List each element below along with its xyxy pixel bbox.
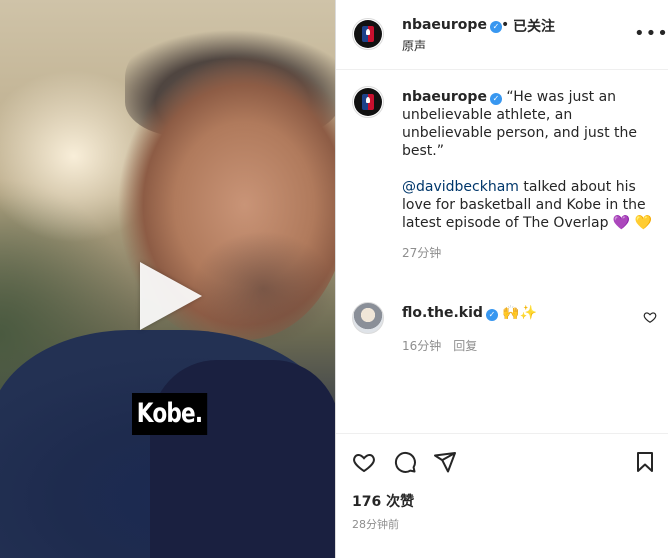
verified-badge-icon: ✓ bbox=[489, 93, 502, 105]
yellow-heart-icon: 💛 bbox=[634, 215, 653, 231]
header-separator: • bbox=[501, 17, 510, 33]
comment-meta: 16分钟 回复 bbox=[402, 337, 477, 354]
post-video[interactable]: Kobe. bbox=[0, 0, 335, 558]
bookmark-icon[interactable] bbox=[633, 450, 657, 474]
caption-username[interactable]: nbaeurope bbox=[402, 89, 487, 105]
post-header: nbaeurope ✓ • 已关注 原声 ••• bbox=[336, 0, 668, 70]
mention-link[interactable]: @davidbeckham bbox=[402, 179, 519, 195]
post-actions: 176 次赞 28分钟前 bbox=[336, 433, 668, 558]
comment-icon[interactable] bbox=[393, 450, 417, 474]
verified-badge-icon: ✓ bbox=[485, 309, 498, 321]
commenter-avatar[interactable] bbox=[352, 302, 384, 334]
reply-button[interactable]: 回复 bbox=[453, 339, 477, 353]
comment-body: 🙌✨ bbox=[497, 305, 538, 321]
caption-author-avatar[interactable] bbox=[352, 86, 384, 118]
purple-heart-icon: 💜 bbox=[612, 215, 631, 231]
following-button[interactable]: 已关注 bbox=[513, 16, 555, 36]
caption-timestamp[interactable]: 27分钟 bbox=[402, 244, 662, 262]
commenter-username[interactable]: flo.the.kid bbox=[402, 305, 483, 321]
comment-text: flo.the.kid ✓ 🙌✨ bbox=[402, 304, 632, 322]
more-horizontal-icon[interactable]: ••• bbox=[634, 25, 668, 43]
heart-icon[interactable] bbox=[352, 450, 376, 474]
video-caption-overlay: Kobe. bbox=[132, 393, 208, 435]
nba-logo-icon bbox=[362, 26, 374, 42]
comment-timestamp[interactable]: 16分钟 bbox=[402, 339, 441, 353]
send-icon[interactable] bbox=[433, 450, 457, 474]
video-frame-shirt bbox=[150, 360, 335, 558]
comment-like-heart-icon[interactable] bbox=[643, 310, 657, 324]
nba-logo-icon bbox=[362, 94, 374, 110]
post-panel: nbaeurope ✓ • 已关注 原声 ••• nbaeurope ✓ “He w… bbox=[335, 0, 668, 558]
author-username[interactable]: nbaeurope ✓ bbox=[402, 17, 502, 33]
author-avatar[interactable] bbox=[352, 18, 384, 50]
caption-text: nbaeurope ✓ “He was just an unbelievable … bbox=[402, 88, 662, 262]
post-timestamp[interactable]: 28分钟前 bbox=[352, 516, 399, 532]
play-icon[interactable] bbox=[140, 262, 202, 330]
likes-count[interactable]: 176 次赞 bbox=[352, 491, 414, 511]
original-audio-link[interactable]: 原声 bbox=[402, 37, 426, 54]
